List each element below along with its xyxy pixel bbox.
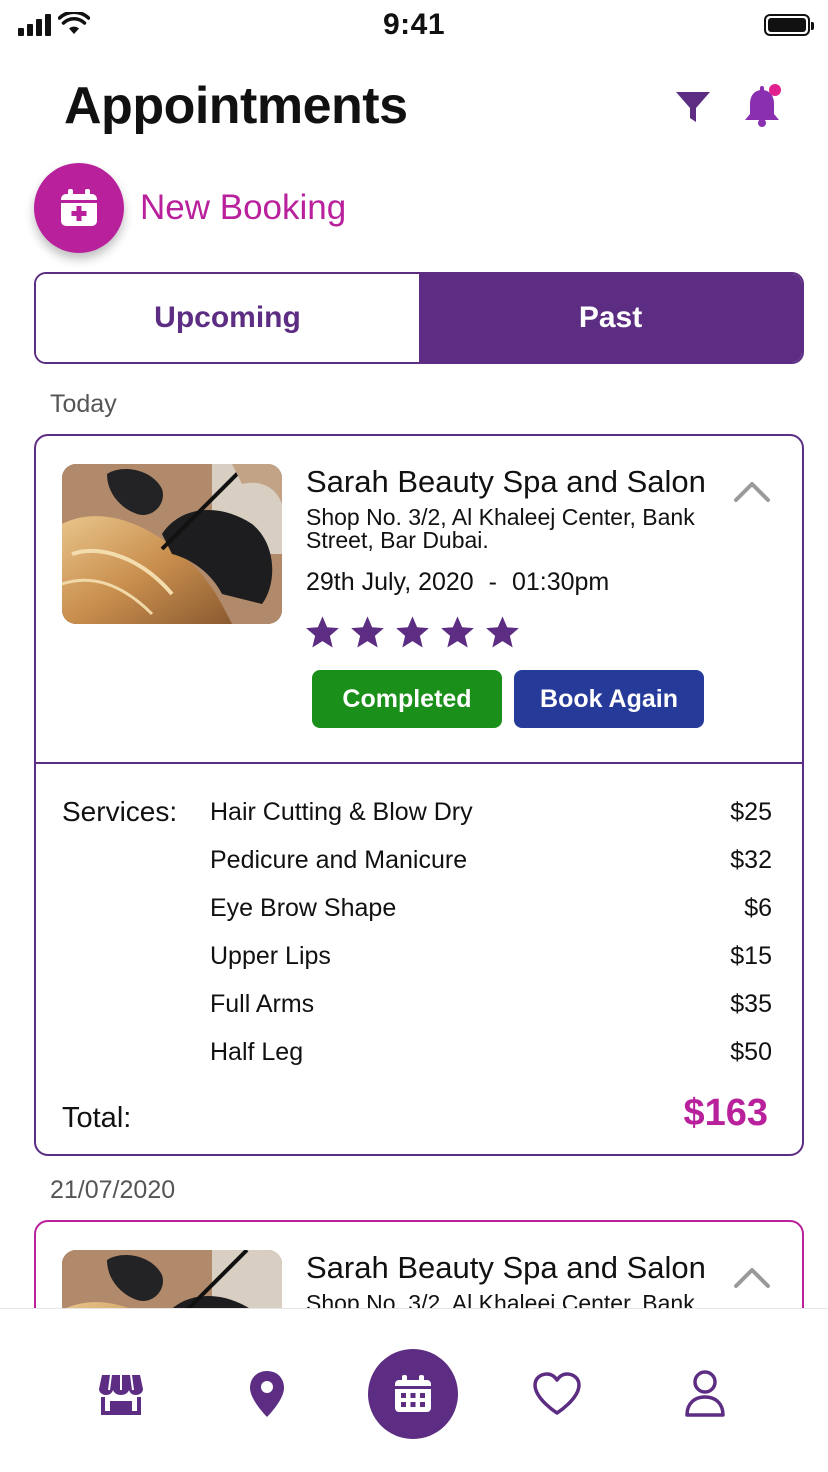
service-name: Hair Cutting & Blow Dry — [210, 798, 473, 826]
appointment-card: Sarah Beauty Spa and Salon Shop No. 3/2,… — [34, 434, 804, 1156]
service-price: $35 — [730, 990, 772, 1018]
service-price: $32 — [730, 846, 772, 874]
address-line-2: Street, Bar Dubai. — [306, 527, 489, 553]
star-icon — [486, 616, 519, 648]
completed-status-badge: Completed — [312, 670, 502, 728]
notification-badge — [769, 84, 781, 96]
profile-icon[interactable] — [684, 1369, 726, 1417]
battery-icon — [764, 14, 814, 36]
salon-name: Sarah Beauty Spa and Salon — [306, 1250, 706, 1285]
star-icon — [441, 616, 474, 648]
total-value: $163 — [683, 1092, 768, 1134]
heart-icon[interactable] — [532, 1371, 582, 1417]
service-row: Pedicure and Manicure $32 — [210, 846, 772, 880]
status-bar: 9:41 — [0, 0, 828, 52]
bottom-navigation — [0, 1308, 828, 1472]
service-name: Upper Lips — [210, 942, 331, 970]
service-row: Full Arms $35 — [210, 990, 772, 1024]
star-icon — [351, 616, 384, 648]
service-row: Half Leg $50 — [210, 1038, 772, 1072]
service-name: Full Arms — [210, 990, 315, 1018]
appointment-datetime: 29th July, 2020 - 01:30pm — [306, 568, 609, 597]
appointment-time: 01:30pm — [511, 568, 610, 596]
datetime-separator: - — [488, 568, 497, 596]
service-row: Eye Brow Shape $6 — [210, 894, 772, 928]
new-booking-button[interactable]: New Booking — [34, 162, 346, 254]
service-price: $25 — [730, 798, 772, 826]
date-group-label: 21/07/2020 — [50, 1176, 176, 1204]
tab-upcoming[interactable]: Upcoming — [36, 274, 419, 362]
address-line-1: Shop No. 3/2, Al Khaleej Center, Bank — [306, 504, 695, 530]
total-label: Total: — [62, 1102, 132, 1134]
service-row: Upper Lips $15 — [210, 942, 772, 976]
shop-icon[interactable] — [98, 1371, 144, 1415]
appointment-date: 29th July, 2020 — [306, 568, 474, 596]
calendar-nav-button[interactable] — [368, 1349, 458, 1439]
card-divider — [36, 762, 802, 764]
filter-icon[interactable] — [674, 88, 712, 126]
status-time: 9:41 — [382, 8, 446, 41]
new-booking-label: New Booking — [140, 188, 347, 227]
salon-photo — [62, 464, 282, 624]
salon-name: Sarah Beauty Spa and Salon — [306, 464, 706, 499]
star-icon — [396, 616, 429, 648]
services-label: Services: — [62, 796, 178, 827]
location-pin-icon[interactable] — [248, 1369, 286, 1419]
date-group-label: Today — [50, 390, 117, 418]
bell-icon[interactable] — [742, 82, 784, 128]
calendar-icon — [395, 1375, 431, 1412]
calendar-plus-icon — [34, 163, 124, 253]
chevron-up-icon[interactable] — [732, 1264, 772, 1290]
salon-address: Shop No. 3/2, Al Khaleej Center, Bank St… — [306, 506, 726, 552]
page-title: Appointments — [64, 77, 408, 135]
service-price: $15 — [730, 942, 772, 970]
rating-stars — [304, 614, 521, 651]
appointments-tabs: Upcoming Past — [34, 272, 804, 364]
service-name: Eye Brow Shape — [210, 894, 397, 922]
book-again-button[interactable]: Book Again — [514, 670, 704, 728]
star-icon — [306, 616, 339, 648]
tab-past[interactable]: Past — [419, 274, 802, 362]
service-name: Half Leg — [210, 1038, 304, 1066]
service-price: $6 — [744, 894, 772, 922]
service-price: $50 — [730, 1038, 772, 1066]
service-name: Pedicure and Manicure — [210, 846, 468, 874]
service-row: Hair Cutting & Blow Dry $25 — [210, 798, 772, 832]
chevron-up-icon[interactable] — [732, 478, 772, 504]
